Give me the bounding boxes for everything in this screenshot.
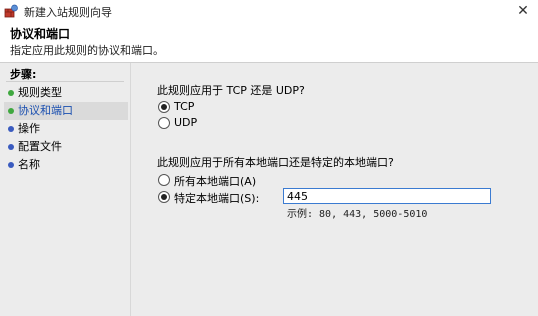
window-title: 新建入站规则向导 [24,6,112,19]
step-label: 规则类型 [18,86,62,99]
radio-unchecked-icon [158,117,170,129]
radio-checked-icon [158,191,170,203]
radio-label: TCP [174,100,195,113]
title-bar: 新建入站规则向导 ✕ [0,0,538,22]
step-pending-icon [8,162,14,168]
step-pending-icon [8,126,14,132]
step-name[interactable]: 名称 [4,156,128,174]
radio-label: 特定本地端口(S): [174,192,260,205]
step-profile[interactable]: 配置文件 [4,138,128,156]
step-label: 名称 [18,158,40,171]
radio-label: UDP [174,116,198,129]
step-label: 操作 [18,122,40,135]
step-done-icon [8,90,14,96]
step-current-icon [8,108,14,114]
steps-label: 步骤: [10,68,37,81]
port-example-hint: 示例: 80, 443, 5000-5010 [287,209,428,220]
wizard-content: 此规则应用于 TCP 还是 UDP? TCP UDP 此规则应用于所有本地端口还… [130,63,538,316]
firewall-rule-icon [4,4,18,18]
step-rule-type[interactable]: 规则类型 [4,84,128,102]
port-input[interactable] [283,188,491,204]
step-pending-icon [8,144,14,150]
step-action[interactable]: 操作 [4,120,128,138]
radio-unchecked-icon [158,174,170,186]
radio-label: 所有本地端口(A) [174,175,257,188]
page-title: 协议和端口 [10,27,71,41]
port-question: 此规则应用于所有本地端口还是特定的本地端口? [157,156,394,169]
close-button[interactable]: ✕ [508,0,538,22]
protocol-question: 此规则应用于 TCP 还是 UDP? [157,84,305,97]
page-subtitle: 指定应用此规则的协议和端口。 [10,44,164,57]
step-label: 配置文件 [18,140,62,153]
steps-separator [6,81,124,82]
step-protocol-and-ports[interactable]: 协议和端口 [4,102,128,120]
step-label: 协议和端口 [18,104,73,117]
radio-checked-icon [158,101,170,113]
steps-sidebar: 步骤: 规则类型 协议和端口 操作 配置文件 名称 [0,63,130,316]
wizard-header: 协议和端口 指定应用此规则的协议和端口。 [0,22,538,61]
